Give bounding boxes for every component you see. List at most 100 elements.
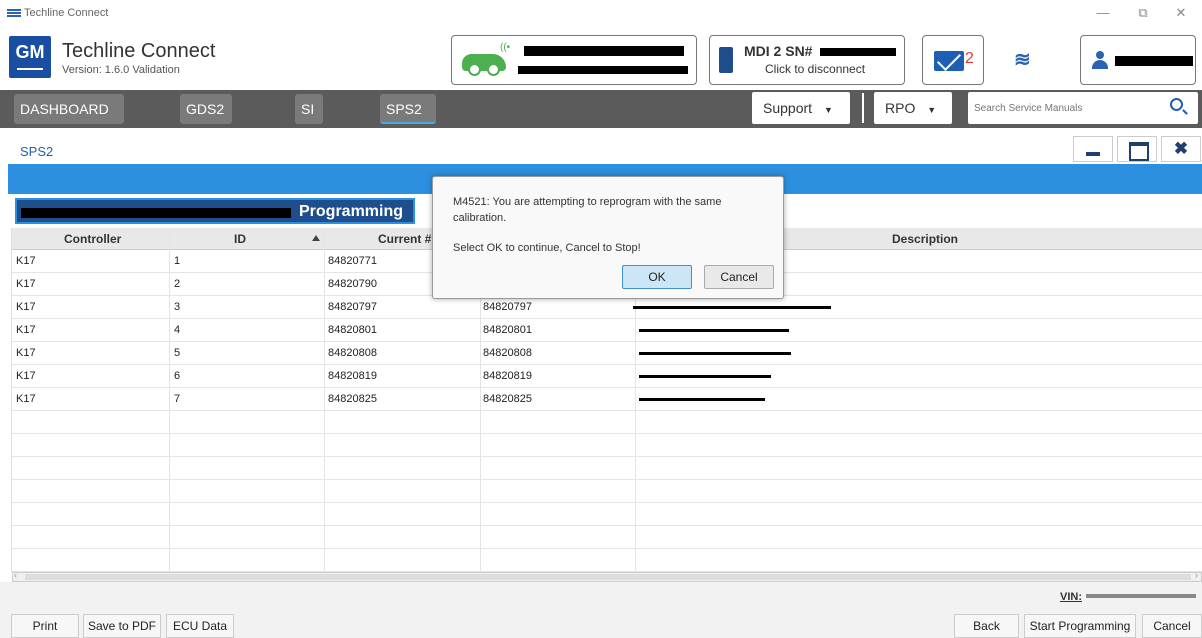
user-icon [1092, 51, 1108, 69]
messages-button[interactable]: 2 [922, 35, 984, 85]
cell-id: 7 [174, 393, 181, 405]
empty-row [12, 457, 1202, 480]
vin-label: VIN: [1060, 591, 1082, 603]
main-nav: DASHBOARD GDS2 SI SPS2 Support ▼ RPO ▼ [0, 90, 1202, 128]
rpo-dropdown[interactable]: RPO ▼ [874, 92, 952, 124]
redacted-description [639, 375, 771, 378]
print-button[interactable]: Print [11, 614, 79, 638]
redacted-vin-value [1086, 594, 1196, 598]
search-icon[interactable] [1170, 98, 1183, 111]
cell-current: 84820790 [328, 278, 377, 290]
dialog-ok-button[interactable]: OK [622, 265, 692, 289]
redacted-module-name [21, 208, 291, 218]
cell-selected: 84820808 [483, 347, 532, 359]
table-row[interactable]: K17 6 84820819 84820819 [12, 365, 1202, 388]
window-title: Techline Connect [24, 7, 109, 19]
sub-header: SPS2 ✖ [0, 128, 1202, 164]
cell-current: 84820808 [328, 347, 377, 359]
col-controller[interactable]: Controller [64, 232, 121, 246]
cell-controller: K17 [16, 301, 36, 313]
col-description[interactable]: Description [892, 232, 958, 246]
search-input[interactable] [968, 92, 1198, 124]
panel-minimize-button[interactable] [1073, 136, 1113, 162]
app-title: Techline Connect [62, 40, 216, 62]
cell-id: 5 [174, 347, 181, 359]
redacted-username [1115, 56, 1193, 66]
dialog-message: M4521: You are attempting to reprogram w… [453, 196, 722, 224]
redacted-vehicle [518, 66, 688, 74]
redacted-description [633, 306, 831, 309]
mdi-connection-button[interactable]: MDI 2 SN# Click to disconnect [709, 35, 905, 85]
connection-icon: ((• [500, 42, 511, 53]
tab-dashboard[interactable]: DASHBOARD [14, 94, 124, 124]
app-header: GM Techline Connect Version: 1.6.0 Valid… [0, 26, 1202, 90]
redacted-description [639, 329, 789, 332]
section-label: SPS2 [20, 144, 54, 159]
cell-controller: K17 [16, 278, 36, 290]
cell-id: 2 [174, 278, 181, 290]
vehicle-info-button[interactable]: ((• [451, 35, 697, 85]
mdi-device-icon [719, 47, 733, 73]
car-icon [462, 54, 506, 76]
footer-bar: VIN: Print Save to PDF ECU Data Back Sta… [0, 582, 1202, 638]
cell-controller: K17 [16, 324, 36, 336]
tab-gds2[interactable]: GDS2 [180, 94, 232, 124]
chevron-down-icon: ▼ [927, 105, 937, 115]
cell-current: 84820797 [328, 301, 377, 313]
sort-ascending-icon [312, 235, 320, 241]
cell-current: 84820771 [328, 255, 377, 267]
horizontal-scrollbar[interactable]: ‹ › [12, 570, 1202, 582]
cancel-button[interactable]: Cancel [1142, 614, 1202, 638]
app-version: Version: 1.6.0 Validation [62, 64, 180, 76]
empty-row [12, 411, 1202, 434]
scroll-right-icon[interactable]: › [1195, 570, 1198, 580]
mail-icon [934, 51, 964, 71]
col-current[interactable]: Current # [378, 232, 431, 246]
support-dropdown[interactable]: Support ▼ [752, 92, 850, 124]
ecu-data-button[interactable]: ECU Data [166, 614, 234, 638]
mdi-disconnect-text: Click to disconnect [765, 62, 866, 76]
panel-maximize-button[interactable] [1117, 136, 1157, 162]
cell-selected: 84820801 [483, 324, 532, 336]
table-row[interactable]: K17 4 84820801 84820801 [12, 319, 1202, 342]
scrollbar-thumb[interactable] [25, 574, 1191, 580]
table-row[interactable]: K17 7 84820825 84820825 [12, 388, 1202, 411]
cell-id: 4 [174, 324, 181, 336]
empty-row [12, 549, 1202, 572]
redacted-description [639, 352, 791, 355]
mdi-label: MDI 2 SN# [744, 43, 813, 59]
col-id[interactable]: ID [234, 232, 246, 246]
title-bar: Techline Connect — ⧉ ✕ [0, 0, 1202, 26]
back-button[interactable]: Back [954, 614, 1019, 638]
start-programming-button[interactable]: Start Programming [1024, 614, 1136, 638]
redacted-vin [524, 46, 684, 56]
redacted-description [639, 398, 765, 401]
cell-current: 84820825 [328, 393, 377, 405]
tab-si[interactable]: SI [295, 94, 323, 124]
empty-row [12, 480, 1202, 503]
scroll-left-icon[interactable]: ‹ [14, 570, 17, 580]
cell-controller: K17 [16, 370, 36, 382]
cell-current: 84820801 [328, 324, 377, 336]
minimize-button[interactable]: — [1090, 4, 1116, 22]
wifi-icon: ≋ [1014, 49, 1031, 71]
table-row[interactable]: K17 3 84820797 84820797 [12, 296, 1202, 319]
rpo-label: RPO [885, 100, 916, 116]
tab-sps2[interactable]: SPS2 [380, 94, 436, 124]
chevron-down-icon: ▼ [823, 105, 833, 115]
table-row[interactable]: K17 5 84820808 84820808 [12, 342, 1202, 365]
user-account-button[interactable] [1080, 35, 1196, 85]
redacted-serial [820, 48, 896, 56]
maximize-button[interactable]: ⧉ [1130, 4, 1156, 22]
cell-selected: 84820797 [483, 301, 532, 313]
cell-current: 84820819 [328, 370, 377, 382]
empty-row [12, 503, 1202, 526]
panel-close-button[interactable]: ✖ [1161, 136, 1201, 162]
close-window-button[interactable]: ✕ [1168, 4, 1194, 22]
dialog-cancel-button[interactable]: Cancel [704, 265, 774, 289]
gm-logo: GM [9, 36, 51, 78]
programming-title: Programming [15, 198, 415, 224]
save-pdf-button[interactable]: Save to PDF [83, 614, 161, 638]
mail-count-badge: 2 [965, 50, 974, 67]
nav-divider [862, 93, 864, 123]
